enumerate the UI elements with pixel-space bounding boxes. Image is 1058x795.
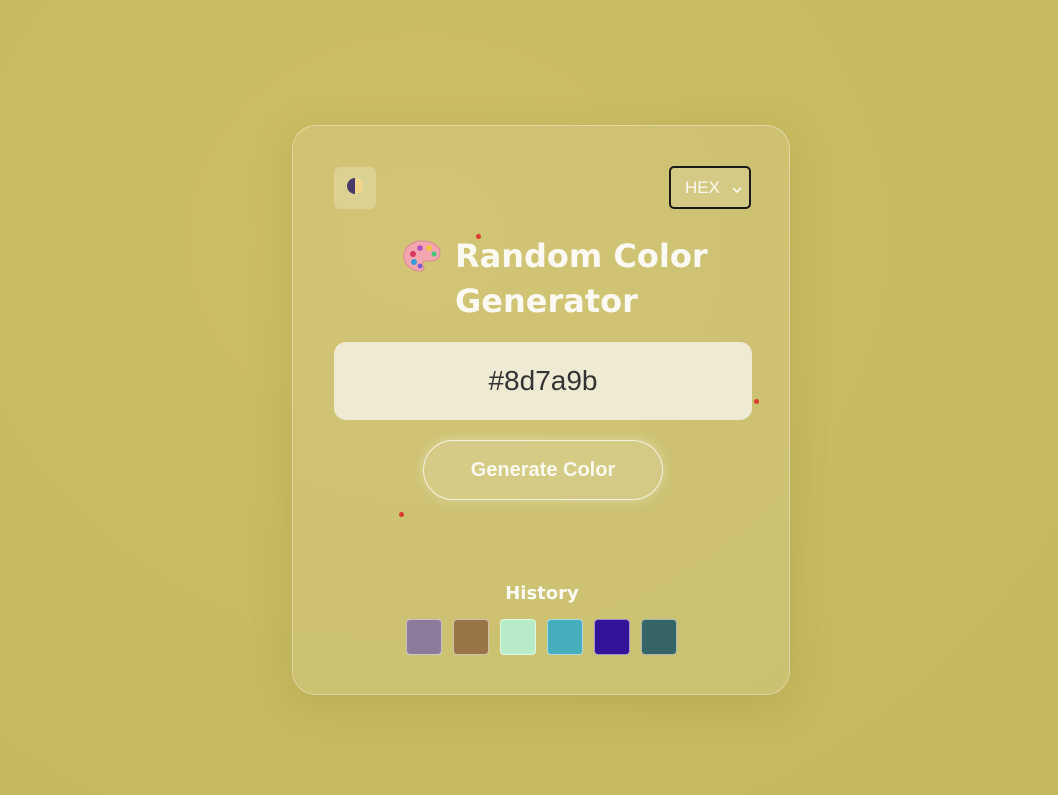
history-swatches	[406, 619, 677, 655]
format-select[interactable]: HEX	[669, 166, 751, 209]
palette-icon	[403, 239, 441, 285]
theme-toggle-button[interactable]	[334, 167, 376, 209]
chevron-down-icon	[731, 181, 743, 201]
history-swatch[interactable]	[641, 619, 677, 655]
color-code-display[interactable]: #8d7a9b	[334, 342, 752, 420]
history-swatch[interactable]	[594, 619, 630, 655]
half-moon-icon	[346, 177, 364, 199]
generate-color-button[interactable]: Generate Color	[423, 440, 663, 500]
title-line-1: Random Color	[455, 237, 708, 275]
format-select-value: HEX	[685, 177, 720, 197]
history-title: History	[505, 583, 579, 604]
history-swatch[interactable]	[547, 619, 583, 655]
history-swatch[interactable]	[500, 619, 536, 655]
history-swatch[interactable]	[453, 619, 489, 655]
title-line-2: Generator	[455, 282, 638, 320]
history-swatch[interactable]	[406, 619, 442, 655]
generator-card: HEX Random Color Generator #8d7a9b Gener…	[292, 125, 790, 695]
